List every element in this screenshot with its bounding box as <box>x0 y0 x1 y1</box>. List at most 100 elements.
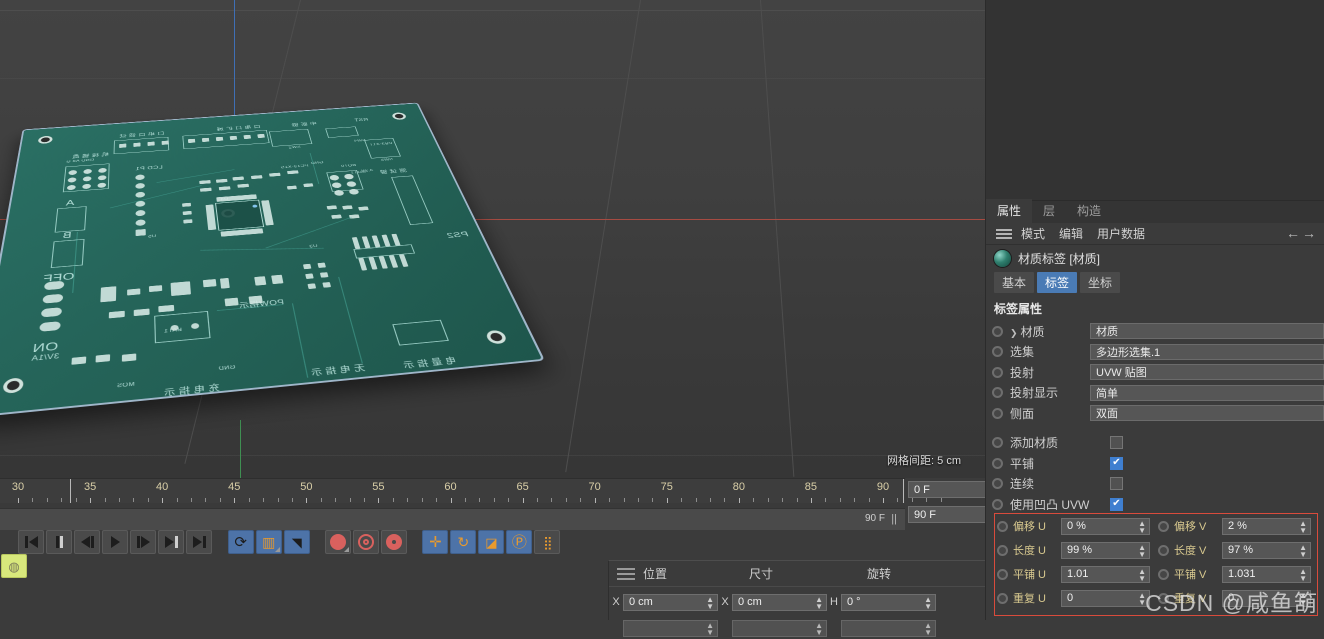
timeline-scrollbar[interactable]: 90 F || <box>0 508 905 530</box>
tab-1[interactable]: 层 <box>1032 199 1066 223</box>
animation-track-dot[interactable] <box>1158 545 1169 556</box>
checkbox[interactable] <box>1110 477 1123 490</box>
checkbox[interactable] <box>1110 436 1123 449</box>
next-key-button[interactable] <box>158 530 184 554</box>
step-back-button[interactable] <box>74 530 100 554</box>
keyframe-selection-icon[interactable] <box>381 530 407 554</box>
rotation-h-field[interactable]: 0 ° ▲▼ <box>841 594 936 611</box>
size-x-field[interactable]: 0 cm ▲▼ <box>732 594 827 611</box>
ruler-ticks[interactable]: 30354045505560657075808590 <box>0 479 905 499</box>
playhead-start[interactable] <box>70 479 71 505</box>
go-to-start-button[interactable] <box>18 530 44 554</box>
playhead-end[interactable] <box>903 479 904 505</box>
animation-track-dot[interactable] <box>992 387 1003 398</box>
spinner-icon[interactable]: ▲▼ <box>706 622 714 636</box>
spinner-icon[interactable]: ▲▼ <box>1138 544 1146 558</box>
parameter-key-icon[interactable]: Ⓟ <box>506 530 532 554</box>
animation-track-dot[interactable] <box>1158 569 1169 580</box>
size-y-field[interactable]: ▲▼ <box>732 620 827 637</box>
attribute-menu-icon[interactable] <box>996 227 1012 241</box>
animation-track-dot[interactable] <box>992 367 1003 378</box>
spinner-icon[interactable]: ▲▼ <box>815 622 823 636</box>
uv-v-field[interactable]: 2 %▲▼ <box>1222 518 1311 535</box>
attribute-tabbar[interactable]: 属性层构造 <box>986 201 1324 223</box>
scale-key-icon[interactable]: ◪ <box>478 530 504 554</box>
property-value-field[interactable]: 材质 <box>1090 323 1324 339</box>
property-value-field[interactable]: UVW 贴图 <box>1090 364 1324 380</box>
spinner-icon[interactable]: ▲▼ <box>1299 592 1307 606</box>
animation-toolbar[interactable]: ⟳ ▥ ◥ ✛ ↻ ◪ Ⓟ ⣿ ◍ <box>0 530 600 566</box>
subtab-1[interactable]: 标签 <box>1037 272 1077 293</box>
timeline-ruler[interactable]: 30354045505560657075808590 <box>0 478 905 508</box>
object-header[interactable]: 材质标签 [材质] <box>986 245 1324 271</box>
nav-arrows[interactable]: ←→ <box>1286 225 1318 241</box>
uv-u-field[interactable]: 0 %▲▼ <box>1061 518 1150 535</box>
animation-track-dot[interactable] <box>992 408 1003 419</box>
record-settings-icon[interactable]: ▥ <box>256 530 282 554</box>
spinner-icon[interactable]: ▲▼ <box>1299 544 1307 558</box>
animation-track-dot[interactable] <box>997 545 1008 556</box>
play-button[interactable] <box>102 530 128 554</box>
rotation-p-field[interactable]: ▲▼ <box>841 620 936 637</box>
menu-edit[interactable]: 编辑 <box>1059 225 1083 242</box>
nav-back-icon[interactable]: ← <box>1286 225 1302 241</box>
tab-2[interactable]: 构造 <box>1066 199 1112 223</box>
uv-u-field[interactable]: 99 %▲▼ <box>1061 542 1150 559</box>
animation-track-dot[interactable] <box>1158 593 1169 604</box>
menu-user-data[interactable]: 用户数据 <box>1097 225 1145 242</box>
chevron-right-icon[interactable]: ❯ <box>1010 328 1018 338</box>
attribute-menubar[interactable]: 模式 编辑 用户数据 ←→ <box>986 223 1324 245</box>
scroll-grip-icon[interactable]: || <box>891 513 897 525</box>
previous-key-button[interactable] <box>46 530 72 554</box>
loop-playback-icon[interactable]: ⟳ <box>228 530 254 554</box>
checkbox[interactable] <box>1110 498 1123 511</box>
animation-track-dot[interactable] <box>992 326 1003 337</box>
spinner-icon[interactable]: ▲▼ <box>1299 568 1307 582</box>
subtab-2[interactable]: 坐标 <box>1080 272 1120 293</box>
coordinate-menu-icon[interactable] <box>617 565 635 583</box>
record-active-objects-icon[interactable] <box>325 530 351 554</box>
menu-mode[interactable]: 模式 <box>1021 225 1045 242</box>
tab-0[interactable]: 属性 <box>986 199 1032 223</box>
dynamics-toggle-icon[interactable]: ◍ <box>1 554 27 578</box>
coordinate-manager[interactable]: 位置 尺寸 旋转 X 0 cm ▲▼ X 0 cm ▲▼ H 0 ° ▲▼ ▲▼… <box>608 560 990 620</box>
uv-v-field[interactable]: 97 %▲▼ <box>1222 542 1311 559</box>
pcb-board-model[interactable]: 口 串 口 调 试 口 串 口 扩 展 中 断 键 RST 机 械 键 盘 GN… <box>8 14 476 439</box>
attribute-subtabs[interactable]: 基本标签坐标 <box>986 272 1324 293</box>
spinner-icon[interactable]: ▲▼ <box>1299 520 1307 534</box>
property-value-field[interactable]: 多边形选集.1 <box>1090 344 1324 360</box>
property-value-field[interactable]: 简单 <box>1090 385 1324 401</box>
position-y-field[interactable]: ▲▼ <box>623 620 718 637</box>
animation-track-dot[interactable] <box>1158 521 1169 532</box>
sound-playback-icon[interactable]: ◥ <box>284 530 310 554</box>
uv-u-field[interactable]: 1.01▲▼ <box>1061 566 1150 583</box>
animation-track-dot[interactable] <box>992 437 1003 448</box>
spinner-icon[interactable]: ▲▼ <box>1138 592 1146 606</box>
position-key-icon[interactable]: ✛ <box>422 530 448 554</box>
checkbox[interactable] <box>1110 457 1123 470</box>
property-value-field[interactable]: 双面 <box>1090 405 1324 421</box>
point-level-animation-icon[interactable]: ⣿ <box>534 530 560 554</box>
uv-v-field[interactable]: 1.031▲▼ <box>1222 566 1311 583</box>
uv-u-field[interactable]: 0▲▼ <box>1061 590 1150 607</box>
spinner-icon[interactable]: ▲▼ <box>706 596 714 610</box>
spinner-icon[interactable]: ▲▼ <box>815 596 823 610</box>
rotation-key-icon[interactable]: ↻ <box>450 530 476 554</box>
spinner-icon[interactable]: ▲▼ <box>924 596 932 610</box>
spinner-icon[interactable]: ▲▼ <box>924 622 932 636</box>
go-to-end-button[interactable] <box>186 530 212 554</box>
step-forward-button[interactable] <box>130 530 156 554</box>
animation-track-dot[interactable] <box>997 569 1008 580</box>
nav-forward-icon[interactable]: → <box>1302 225 1318 241</box>
autokeying-icon[interactable] <box>353 530 379 554</box>
3d-viewport[interactable]: 口 串 口 调 试 口 串 口 扩 展 中 断 键 RST 机 械 键 盘 GN… <box>0 0 985 478</box>
animation-track-dot[interactable] <box>997 521 1008 532</box>
spinner-icon[interactable]: ▲▼ <box>1138 520 1146 534</box>
subtab-0[interactable]: 基本 <box>994 272 1034 293</box>
animation-track-dot[interactable] <box>992 499 1003 510</box>
animation-track-dot[interactable] <box>992 346 1003 357</box>
uv-v-field[interactable]: 0▲▼ <box>1222 590 1311 607</box>
animation-track-dot[interactable] <box>992 478 1003 489</box>
spinner-icon[interactable]: ▲▼ <box>1138 568 1146 582</box>
animation-track-dot[interactable] <box>992 458 1003 469</box>
